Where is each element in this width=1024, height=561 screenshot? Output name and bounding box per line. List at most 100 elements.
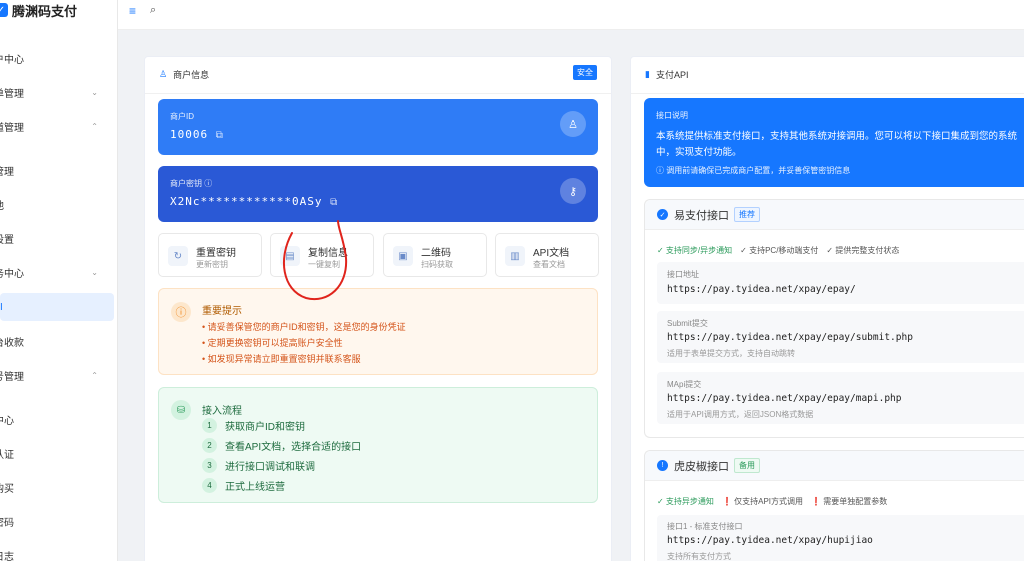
action-icon: ↻ bbox=[168, 246, 188, 266]
api-card-title: 支付API bbox=[655, 69, 689, 80]
user-icon: ♙ bbox=[159, 68, 168, 79]
endpoint-label: 接口地址 bbox=[667, 270, 699, 279]
step-number: 4 bbox=[202, 478, 217, 493]
merchant-id-label: 商户ID bbox=[170, 112, 194, 121]
red-annotation-circle bbox=[282, 220, 348, 301]
alert-circle-icon: ! bbox=[657, 460, 668, 471]
merchant-key-label: 商户密钥 ⓘ bbox=[170, 179, 213, 188]
sidebar-item[interactable]: 设置 bbox=[0, 224, 116, 252]
action-title: 二维码 bbox=[421, 248, 451, 259]
feature-item: ❗ 需要单独配置参数 bbox=[811, 497, 888, 506]
notice-title: 重要提示 bbox=[202, 306, 242, 317]
endpoint-box: 接口1 - 标准支付接口 https://pay.tyidea.net/xpay… bbox=[657, 515, 1024, 561]
feature-item: ✓ 提供完整支付状态 bbox=[826, 246, 900, 255]
sidebar-item-label: 认证 bbox=[0, 449, 14, 461]
security-badge: 安全 bbox=[573, 65, 597, 80]
action-subtitle: 扫码获取 bbox=[421, 260, 453, 269]
step-number: 1 bbox=[202, 418, 217, 433]
action-subtitle: 查看文档 bbox=[533, 260, 565, 269]
action-button[interactable]: ↻ 重置密钥 更新密钥 bbox=[158, 233, 262, 277]
feature-item: ❗ 仅支持API方式调用 bbox=[721, 497, 804, 506]
sidebar-item[interactable]: 中心 bbox=[0, 405, 116, 433]
flow-step: 1 获取商户ID和密钥 bbox=[202, 418, 305, 433]
merchant-id-box: 商户ID 10006 ⧉ ♙ bbox=[158, 99, 598, 155]
sidebar-item[interactable]: 号管理 ⌃ bbox=[0, 361, 116, 389]
check-circle-icon: ✓ bbox=[657, 209, 668, 220]
epay-interface-card: ✓ 易支付接口 推荐 ✓ 支持同步/异步通知 ✓ 支持PC/移动端支付 ✓ 提供… bbox=[644, 199, 1024, 438]
step-text: 进行接口调试和联调 bbox=[225, 462, 315, 473]
epay-header: ✓ 易支付接口 推荐 bbox=[645, 200, 1024, 230]
important-notice: ⓘ 重要提示 • 请妥善保管您的商户ID和密钥，这是您的身份凭证 • 定期更换密… bbox=[158, 288, 598, 375]
endpoint-label: 接口1 - 标准支付接口 bbox=[667, 522, 743, 531]
sidebar-item-label: 日志 bbox=[0, 551, 14, 561]
flow-icon: ⛁ bbox=[171, 400, 191, 420]
flow-step: 4 正式上线运营 bbox=[202, 478, 285, 493]
search-icon[interactable]: ⌕ bbox=[150, 4, 156, 17]
sidebar-item-label: 号管理 bbox=[0, 371, 24, 383]
api-intro-text: 本系统提供标准支付接口，支持其他系统对接调用。您可以将以下接口集成到您的系统 bbox=[656, 131, 1018, 142]
flow-title: 接入流程 bbox=[202, 406, 242, 417]
hupijiao-features: ✓ 支持异步通知 ❗ 仅支持API方式调用 ❗ 需要单独配置参数 bbox=[657, 496, 887, 507]
copy-icon[interactable]: ⧉ bbox=[330, 197, 338, 208]
feature-item: ✓ 支持PC/移动端支付 bbox=[740, 246, 819, 255]
epay-title: 易支付接口 bbox=[674, 209, 729, 222]
app-title: 腾渊码支付 bbox=[12, 3, 78, 19]
endpoint-url[interactable]: https://pay.tyidea.net/xpay/epay/submit.… bbox=[667, 332, 913, 343]
sidebar-item-label: 单管理 bbox=[0, 88, 24, 100]
sidebar-item[interactable]: 日志 bbox=[0, 541, 116, 561]
warning-icon: ⓘ bbox=[171, 302, 191, 322]
hupijiao-title: 虎皮椒接口 bbox=[674, 460, 729, 473]
sidebar-item[interactable]: 购买 bbox=[0, 473, 116, 501]
logo-icon: ✓ bbox=[0, 3, 8, 17]
copy-icon[interactable]: ⧉ bbox=[216, 130, 224, 141]
endpoint-label: MApi提交 bbox=[667, 380, 702, 389]
action-title: 重置密钥 bbox=[196, 248, 236, 259]
app-logo[interactable]: ✓ 腾渊码支付 bbox=[0, 0, 77, 20]
user-circle-icon: ♙ bbox=[560, 111, 586, 137]
endpoint-box: MApi提交 https://pay.tyidea.net/xpay/epay/… bbox=[657, 372, 1024, 424]
action-icon: ▣ bbox=[393, 246, 413, 266]
merchant-card-header: ♙ 商户信息 bbox=[145, 63, 611, 94]
merchant-id-value[interactable]: 10006 ⧉ bbox=[170, 128, 224, 141]
endpoint-url[interactable]: https://pay.tyidea.net/xpay/hupijiao bbox=[667, 535, 873, 546]
sidebar-item-label: 道管理 bbox=[0, 122, 24, 134]
action-icon: ▥ bbox=[505, 246, 525, 266]
merchant-key-value[interactable]: X2Nc************0ASy ⧉ bbox=[170, 195, 338, 208]
action-subtitle: 更新密钥 bbox=[196, 260, 228, 269]
sidebar-item-label: I bbox=[0, 301, 3, 313]
endpoint-desc: 支持所有支付方式 bbox=[667, 552, 731, 561]
sidebar-item-label: 设置 bbox=[0, 234, 14, 246]
sidebar-item[interactable]: 台收款 bbox=[0, 327, 116, 355]
flow-step: 2 查看API文档，选择合适的接口 bbox=[202, 438, 361, 453]
sidebar-item-label: 管理 bbox=[0, 166, 14, 178]
action-button[interactable]: ▥ API文档 查看文档 bbox=[495, 233, 599, 277]
chevron-icon: ⌃ bbox=[91, 370, 98, 380]
notice-line: • 定期更换密钥可以提高账户安全性 bbox=[202, 338, 343, 348]
feature-item: ✓ 支持同步/异步通知 bbox=[657, 246, 733, 255]
sidebar-item[interactable]: 管理 bbox=[0, 156, 116, 184]
sidebar-item[interactable]: 单管理 ⌄ bbox=[0, 78, 116, 106]
merchant-card-title: 商户信息 bbox=[173, 69, 210, 80]
epay-features: ✓ 支持同步/异步通知 ✓ 支持PC/移动端支付 ✓ 提供完整支付状态 bbox=[657, 245, 899, 256]
step-number: 3 bbox=[202, 458, 217, 473]
endpoint-box: 接口地址 https://pay.tyidea.net/xpay/epay/ bbox=[657, 262, 1024, 304]
api-intro-box: 接口说明 本系统提供标准支付接口，支持其他系统对接调用。您可以将以下接口集成到您… bbox=[644, 98, 1024, 187]
chevron-icon: ⌃ bbox=[91, 121, 98, 131]
endpoint-label: Submit提交 bbox=[667, 319, 708, 328]
menu-toggle-icon[interactable]: ≡ bbox=[129, 4, 136, 18]
sidebar-item[interactable]: 密码 bbox=[0, 507, 116, 535]
endpoint-desc: 适用于表单提交方式，支持自动跳转 bbox=[667, 349, 795, 358]
key-icon: ⚷ bbox=[560, 178, 586, 204]
action-button[interactable]: ▣ 二维码 扫码获取 bbox=[383, 233, 487, 277]
endpoint-url[interactable]: https://pay.tyidea.net/xpay/epay/ bbox=[667, 284, 856, 295]
sidebar-item[interactable]: 池 bbox=[0, 190, 116, 218]
sidebar-item[interactable]: I bbox=[0, 293, 114, 321]
sidebar-item[interactable]: 道管理 ⌃ bbox=[0, 112, 116, 140]
api-intro-text: 中，实现支付功能。 bbox=[656, 147, 742, 158]
endpoint-url[interactable]: https://pay.tyidea.net/xpay/epay/mapi.ph… bbox=[667, 393, 902, 404]
sidebar-item[interactable]: 务中心 ⌄ bbox=[0, 258, 116, 286]
backup-tag: 备用 bbox=[734, 458, 760, 473]
sidebar-item[interactable]: 认证 bbox=[0, 439, 116, 467]
notice-line: • 如发现异常请立即重置密钥并联系客服 bbox=[202, 354, 361, 364]
sidebar-item[interactable]: 户中心 bbox=[0, 44, 116, 72]
